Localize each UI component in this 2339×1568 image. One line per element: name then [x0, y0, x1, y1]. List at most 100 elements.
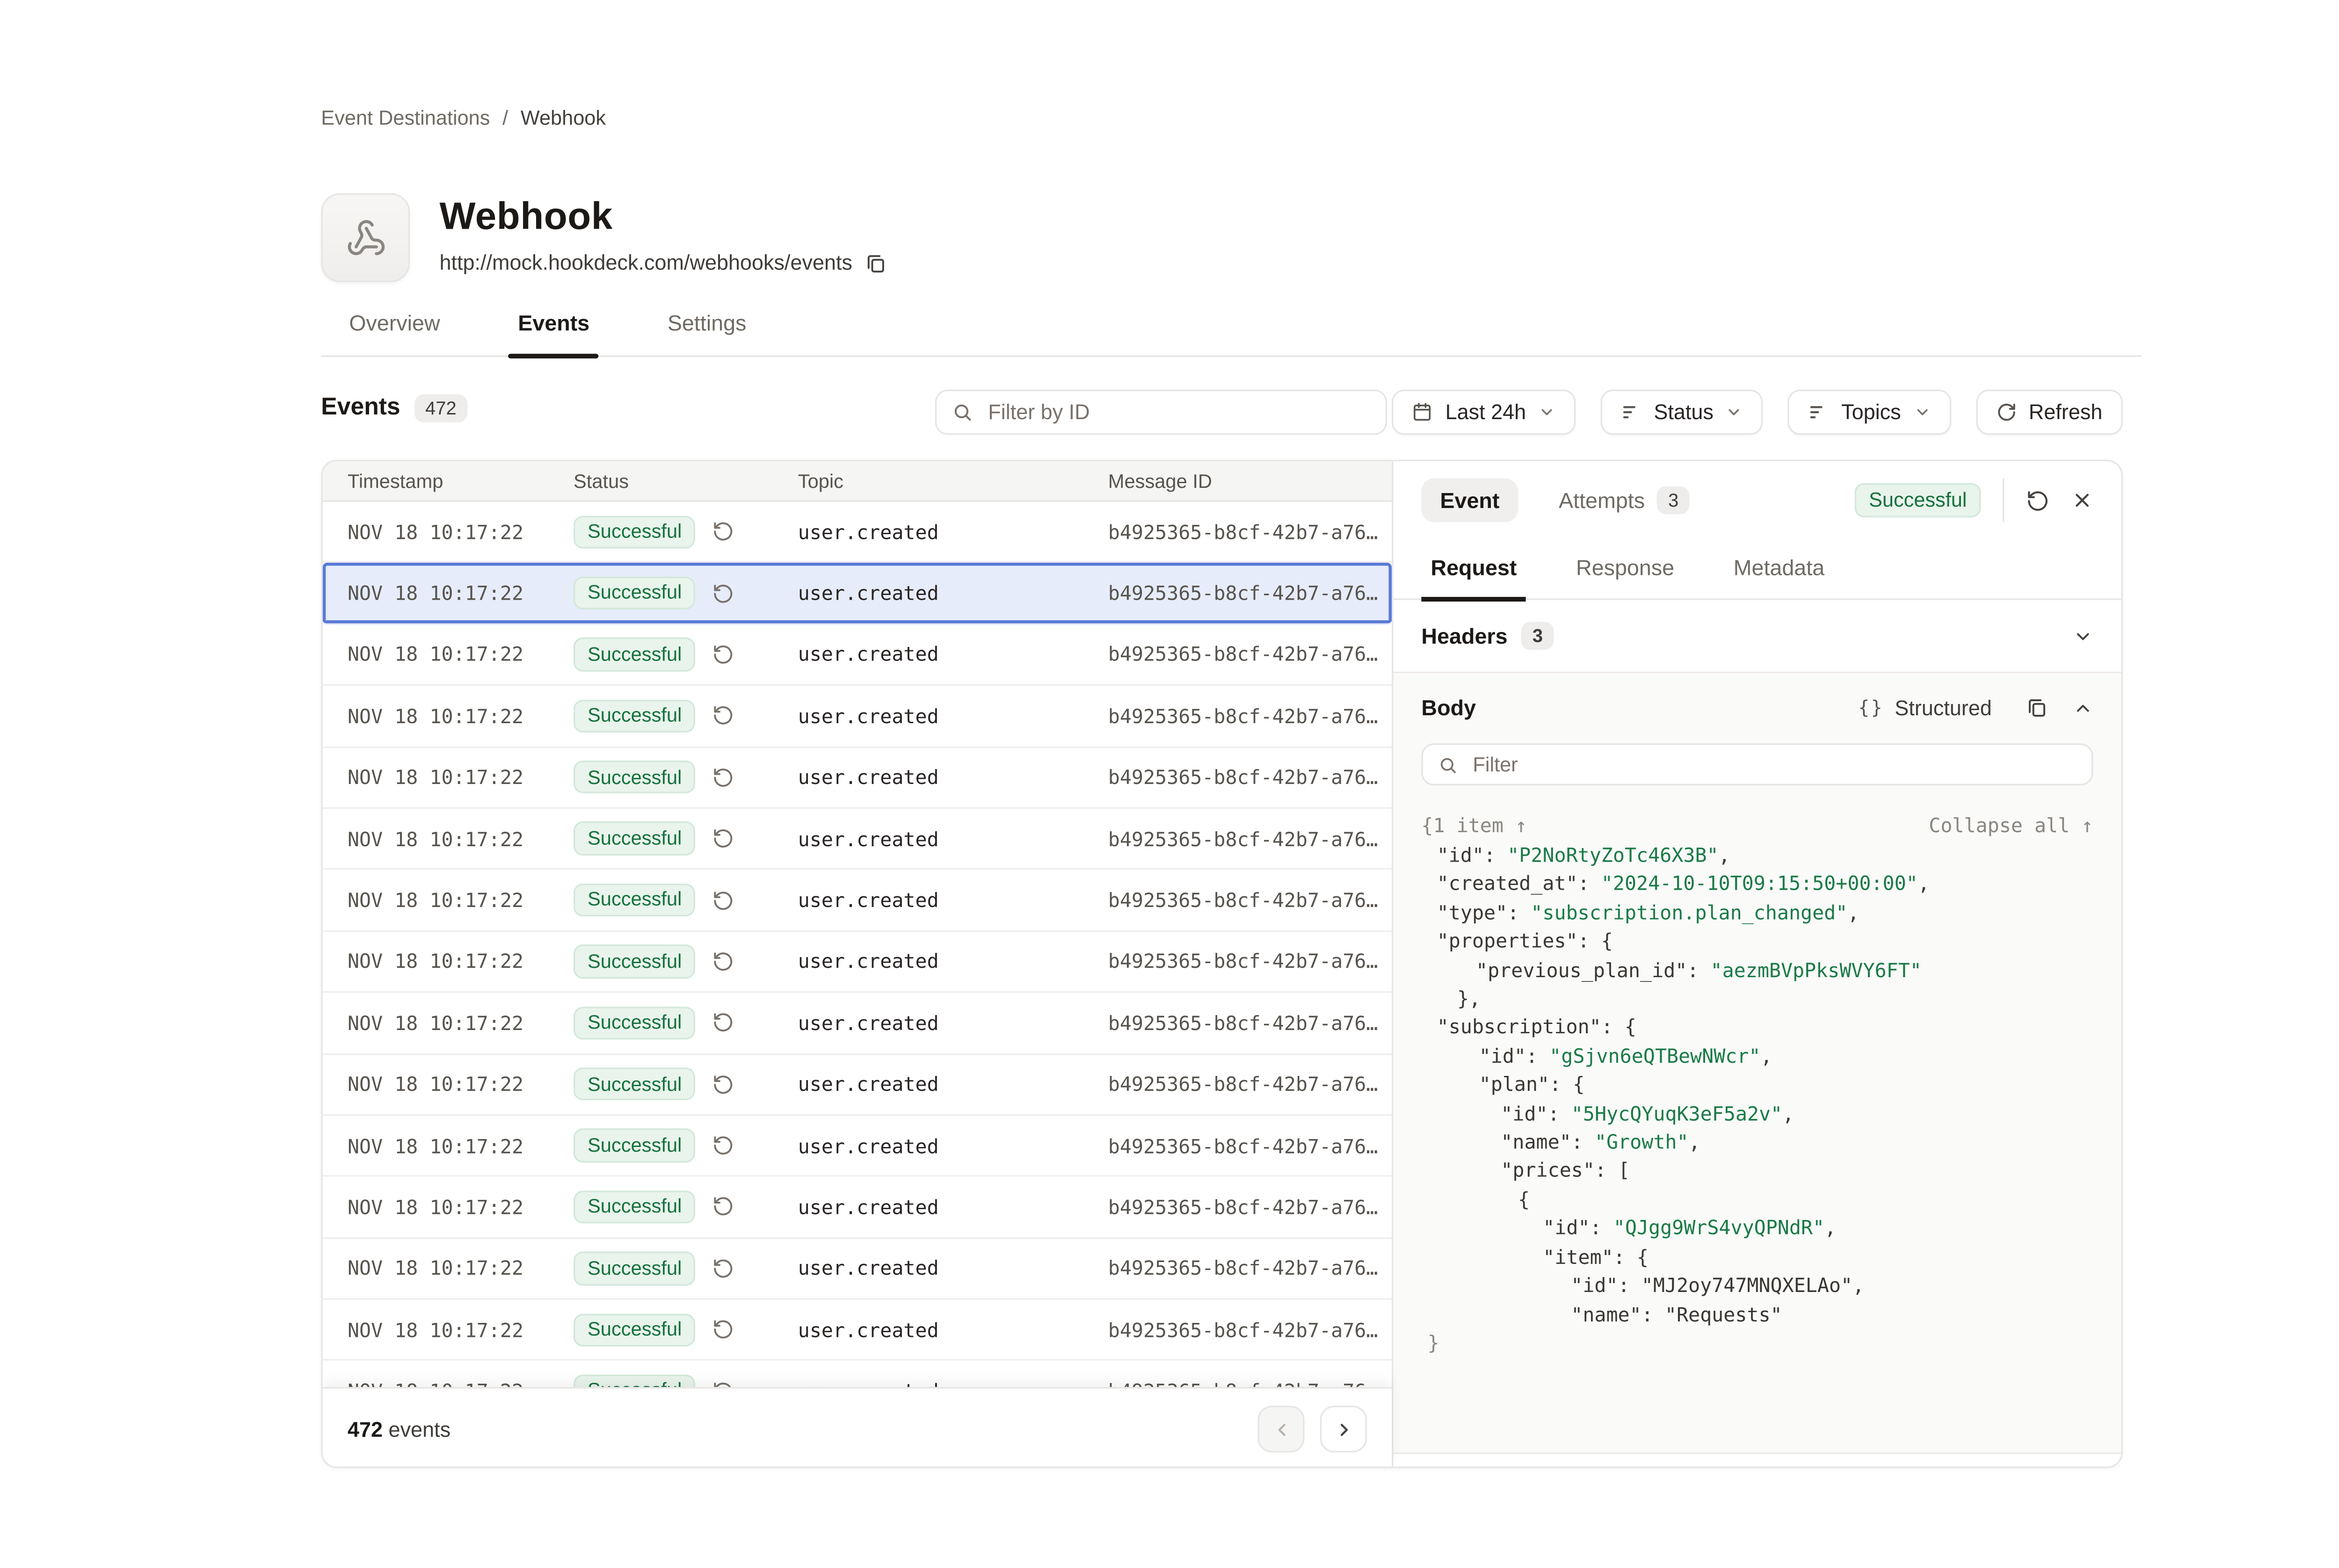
table-row[interactable]: NOV 18 10:17:22 Successful user.created …	[323, 686, 1392, 747]
row-message-id: b4925365-b8cf-42b7-a76…	[1108, 1318, 1392, 1342]
json-line: "type": "subscription.plan_changed",	[1421, 899, 2093, 928]
table-row[interactable]: NOV 18 10:17:22 Successful user.created …	[323, 1177, 1392, 1238]
row-topic: user.created	[798, 1073, 1108, 1096]
detail-tab-attempts[interactable]: Attempts 3	[1549, 485, 1699, 516]
retry-icon[interactable]	[713, 582, 735, 604]
collapse-body-button[interactable]	[2073, 697, 2093, 718]
json-line: "plan": {	[1421, 1071, 2093, 1100]
time-range-button[interactable]: Last 24h	[1392, 390, 1576, 435]
json-items-summary[interactable]: {1 item ↑	[1421, 813, 1527, 837]
structured-view-toggle[interactable]: {} Structured	[1849, 694, 2001, 721]
table-row[interactable]: NOV 18 10:17:22 Successful user.created …	[323, 931, 1392, 993]
json-line: "id": "QJgg9WrS4vyQPNdR",	[1421, 1214, 2093, 1243]
events-toolbar: Events 472 Last 24h	[321, 390, 2122, 435]
retry-icon[interactable]	[713, 1196, 735, 1218]
row-timestamp: NOV 18 10:17:22	[348, 1257, 574, 1280]
retry-icon[interactable]	[713, 521, 735, 543]
panel-bottom-strip	[1393, 1452, 2121, 1466]
retry-icon[interactable]	[713, 828, 735, 850]
row-timestamp: NOV 18 10:17:22	[348, 1318, 574, 1342]
row-message-id: b4925365-b8cf-42b7-a76…	[1108, 643, 1392, 666]
retry-icon[interactable]	[713, 889, 735, 911]
body-filter-input[interactable]	[1470, 751, 2076, 778]
collapse-all-button[interactable]: Collapse all ↑	[1929, 813, 2093, 837]
close-panel-button[interactable]	[2071, 489, 2093, 511]
headers-section-toggle[interactable]: Headers 3	[1393, 600, 2121, 674]
breadcrumb-parent[interactable]: Event Destinations	[321, 106, 490, 130]
table-row[interactable]: NOV 18 10:17:22 Successful user.created …	[323, 624, 1392, 686]
row-message-id: b4925365-b8cf-42b7-a76…	[1108, 888, 1392, 912]
subtab-request[interactable]: Request	[1421, 553, 1526, 599]
body-filter-box	[1421, 743, 2093, 785]
detail-tab-event[interactable]: Event	[1421, 479, 1518, 522]
retry-icon[interactable]	[713, 644, 735, 666]
copy-body-button[interactable]	[2026, 697, 2048, 719]
retry-icon[interactable]	[713, 1257, 735, 1279]
table-header: Timestamp Status Topic Message ID	[323, 461, 1392, 502]
json-line: "item": {	[1421, 1243, 2093, 1272]
row-topic: user.created	[798, 1011, 1108, 1035]
row-message-id: b4925365-b8cf-42b7-a76…	[1108, 1073, 1392, 1096]
status-filter-button[interactable]: Status	[1601, 390, 1763, 435]
table-row[interactable]: NOV 18 10:17:22 Successful user.created …	[323, 993, 1392, 1054]
retry-icon[interactable]	[713, 705, 735, 727]
json-viewer[interactable]: "id": "P2NoRtyZoTc46X3B","created_at": "…	[1393, 842, 2121, 1358]
table-row[interactable]: NOV 18 10:17:22 Successful user.created …	[323, 1116, 1392, 1177]
table-row[interactable]: NOV 18 10:17:22 Successful user.created …	[323, 1361, 1392, 1387]
prev-page-button[interactable]	[1258, 1406, 1305, 1452]
table-row[interactable]: NOV 18 10:17:22 Successful user.created …	[323, 502, 1392, 563]
page-title: Webhook	[440, 196, 887, 240]
retry-icon	[2026, 488, 2049, 512]
row-status-badge: Successful	[574, 883, 696, 916]
body-section: Body {} Structured	[1393, 673, 2121, 1466]
json-line: "id": "5HycQYuqK3eF5a2v",	[1421, 1100, 2093, 1128]
table-row[interactable]: NOV 18 10:17:22 Successful user.created …	[323, 809, 1392, 870]
row-timestamp: NOV 18 10:17:22	[348, 643, 574, 666]
next-page-button[interactable]	[1320, 1406, 1367, 1452]
retry-icon[interactable]	[713, 1012, 735, 1034]
row-status-badge: Successful	[574, 1129, 696, 1162]
tab-overview[interactable]: Overview	[340, 309, 449, 356]
table-row[interactable]: NOV 18 10:17:22 Successful user.created …	[323, 1300, 1392, 1361]
destination-url: http://mock.hookdeck.com/webhooks/events	[440, 251, 853, 274]
chevron-right-icon	[1333, 1419, 1353, 1439]
filter-lines-icon	[1809, 402, 1829, 422]
events-table-body: NOV 18 10:17:22 Successful user.created …	[323, 502, 1392, 1387]
topics-filter-button[interactable]: Topics	[1788, 390, 1951, 435]
row-topic: user.created	[798, 1134, 1108, 1157]
row-message-id: b4925365-b8cf-42b7-a76…	[1108, 827, 1392, 850]
row-topic: user.created	[798, 888, 1108, 912]
subtab-response[interactable]: Response	[1567, 553, 1684, 599]
chevron-down-icon	[1539, 404, 1556, 421]
refresh-icon	[1996, 402, 2016, 422]
tab-settings[interactable]: Settings	[658, 309, 756, 356]
refresh-button[interactable]: Refresh	[1976, 390, 2123, 435]
row-message-id: b4925365-b8cf-42b7-a76…	[1108, 1195, 1392, 1219]
table-row[interactable]: NOV 18 10:17:22 Successful user.created …	[323, 1239, 1392, 1300]
table-row[interactable]: NOV 18 10:17:22 Successful user.created …	[323, 563, 1392, 624]
retry-icon[interactable]	[713, 1319, 735, 1341]
retry-icon[interactable]	[713, 1380, 735, 1387]
view-mode-label: Structured	[1895, 696, 1991, 719]
retry-icon[interactable]	[713, 951, 735, 973]
events-count-badge: 472	[414, 394, 467, 422]
table-row[interactable]: NOV 18 10:17:22 Successful user.created …	[323, 870, 1392, 931]
table-row[interactable]: NOV 18 10:17:22 Successful user.created …	[323, 1054, 1392, 1116]
time-range-label: Last 24h	[1446, 400, 1526, 424]
row-status-badge: Successful	[574, 761, 696, 794]
retry-icon[interactable]	[713, 1073, 735, 1095]
headers-label: Headers	[1421, 624, 1507, 648]
retry-event-button[interactable]	[2026, 488, 2049, 512]
retry-icon[interactable]	[713, 1135, 735, 1157]
table-row[interactable]: NOV 18 10:17:22 Successful user.created …	[323, 748, 1392, 809]
retry-icon[interactable]	[713, 766, 735, 788]
tab-events[interactable]: Events	[508, 309, 599, 356]
status-filter-label: Status	[1654, 400, 1714, 424]
row-topic: user.created	[798, 1318, 1108, 1342]
filter-by-id-input[interactable]	[985, 399, 1370, 426]
copy-url-button[interactable]	[865, 252, 887, 274]
col-timestamp: Timestamp	[348, 470, 574, 492]
json-line: "prices": [	[1421, 1157, 2093, 1186]
row-topic: user.created	[798, 766, 1108, 789]
subtab-metadata[interactable]: Metadata	[1724, 553, 1834, 599]
